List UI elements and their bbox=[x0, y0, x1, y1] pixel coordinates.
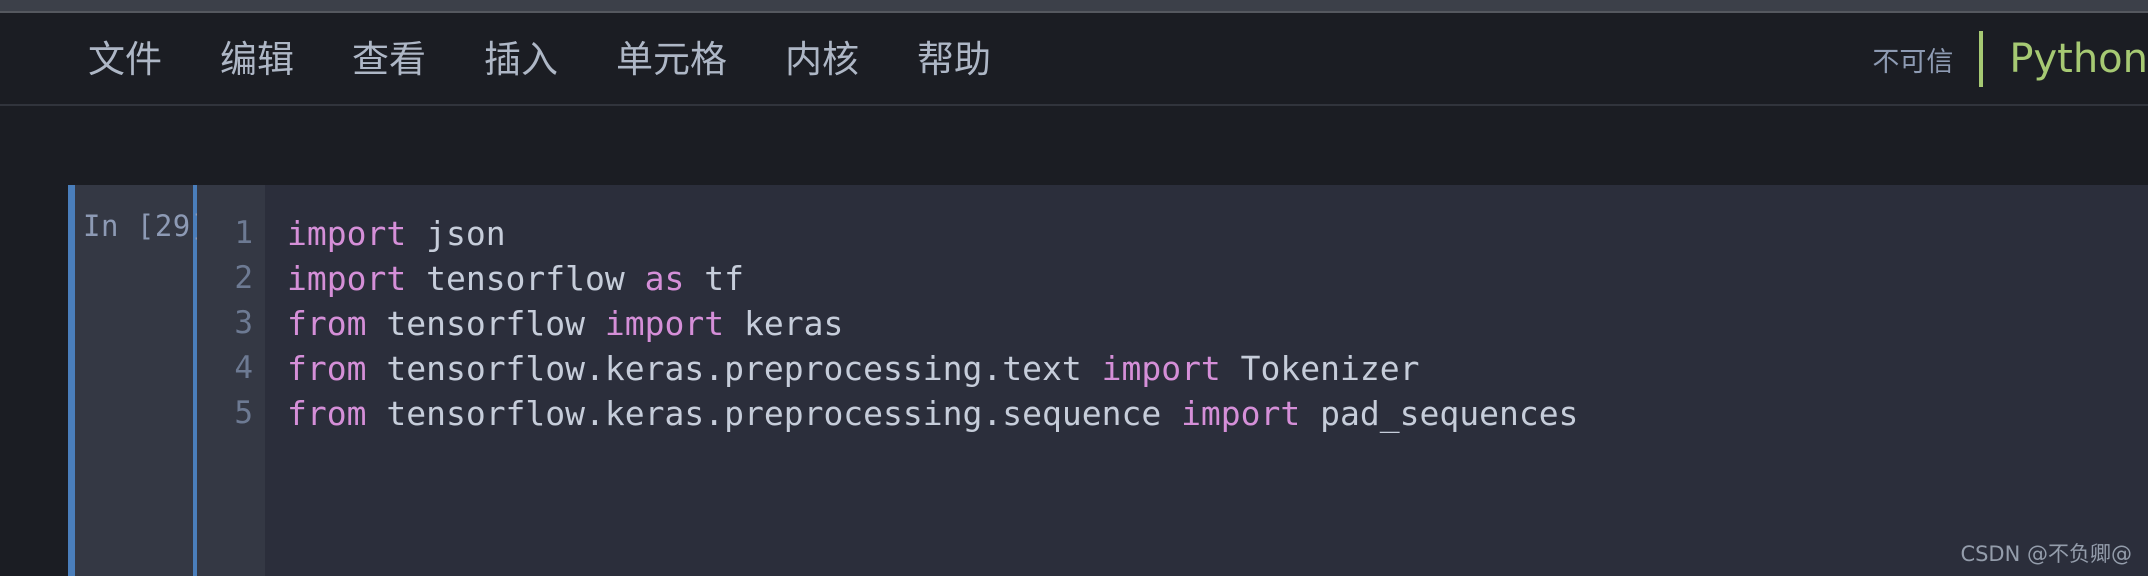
code-text-area[interactable]: import jsonimport tensorflow as tffrom t… bbox=[265, 185, 2148, 576]
trust-status-indicator[interactable]: 不可信 bbox=[1872, 40, 1953, 79]
menu-cell[interactable]: 单元格 bbox=[616, 41, 727, 78]
notebook-canvas: In [29]: 1 2 3 4 5 import jsonimport ten… bbox=[0, 106, 2148, 576]
code-cell[interactable]: In [29]: 1 2 3 4 5 import jsonimport ten… bbox=[68, 185, 2148, 576]
menu-edit[interactable]: 编辑 bbox=[220, 41, 294, 78]
code-text: tensorflow bbox=[406, 259, 644, 298]
code-keyword: import bbox=[287, 259, 406, 298]
line-number: 2 bbox=[197, 256, 265, 301]
code-keyword: as bbox=[645, 259, 685, 298]
line-number: 1 bbox=[197, 211, 265, 256]
line-number-gutter: 1 2 3 4 5 bbox=[197, 185, 265, 576]
code-line: from tensorflow import keras bbox=[287, 301, 2148, 346]
code-keyword: import bbox=[1181, 394, 1300, 433]
menu-file[interactable]: 文件 bbox=[88, 41, 162, 78]
code-text: tensorflow.keras.preprocessing.sequence bbox=[366, 394, 1181, 433]
cell-selection-bar bbox=[68, 185, 75, 576]
code-text: tensorflow bbox=[366, 304, 604, 343]
code-text: keras bbox=[724, 304, 843, 343]
menu-view[interactable]: 查看 bbox=[352, 41, 426, 78]
line-number: 4 bbox=[197, 346, 265, 391]
line-number: 5 bbox=[197, 391, 265, 436]
code-keyword: import bbox=[287, 214, 406, 253]
window-top-strip bbox=[0, 0, 2148, 11]
code-keyword: import bbox=[605, 304, 724, 343]
code-line: from tensorflow.keras.preprocessing.text… bbox=[287, 346, 2148, 391]
code-keyword: from bbox=[287, 349, 366, 388]
code-keyword: import bbox=[1102, 349, 1221, 388]
code-keyword: from bbox=[287, 304, 366, 343]
code-line: import tensorflow as tf bbox=[287, 256, 2148, 301]
jupyter-notebook-window: 文件 编辑 查看 插入 单元格 内核 帮助 不可信 Python In [29]… bbox=[0, 0, 2148, 576]
code-editor[interactable]: 1 2 3 4 5 import jsonimport tensorflow a… bbox=[197, 185, 2148, 576]
menu-help[interactable]: 帮助 bbox=[917, 41, 991, 78]
line-number: 3 bbox=[197, 301, 265, 346]
kernel-name-label[interactable]: Python bbox=[2009, 36, 2148, 82]
code-line: from tensorflow.keras.preprocessing.sequ… bbox=[287, 391, 2148, 436]
kernel-status-divider bbox=[1979, 31, 1983, 87]
code-text: tensorflow.keras.preprocessing.text bbox=[366, 349, 1101, 388]
code-keyword: from bbox=[287, 394, 366, 433]
code-text: pad_sequences bbox=[1300, 394, 1578, 433]
cell-prompt-area: In [29]: bbox=[75, 185, 193, 576]
csdn-watermark: CSDN @不负卿@ bbox=[1960, 538, 2132, 568]
code-line: import json bbox=[287, 211, 2148, 256]
menu-bar: 文件 编辑 查看 插入 单元格 内核 帮助 不可信 Python bbox=[0, 13, 2148, 105]
code-text: tf bbox=[684, 259, 744, 298]
code-text: Tokenizer bbox=[1221, 349, 1420, 388]
code-text: json bbox=[406, 214, 505, 253]
menu-insert[interactable]: 插入 bbox=[484, 41, 558, 78]
menu-kernel[interactable]: 内核 bbox=[785, 41, 859, 78]
